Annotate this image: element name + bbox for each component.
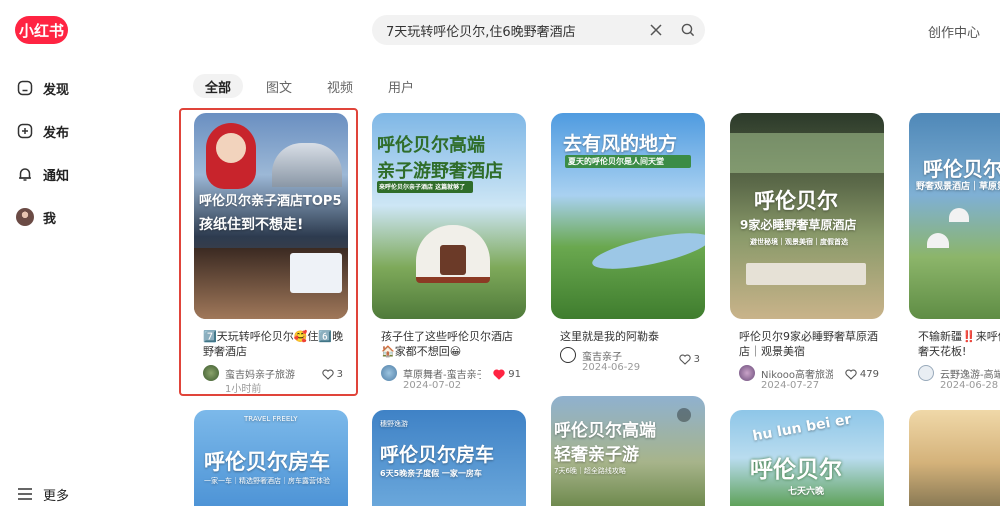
creator-center-link[interactable]: 创作中心 (928, 22, 980, 41)
cover-overlay-text: 呼伦贝尔高端 (554, 421, 656, 441)
logo[interactable]: 小红书 (15, 16, 68, 44)
cover-overlay-text: 一家一车｜精选野奢酒店｜房车露营体验 (204, 477, 330, 485)
like-count: 479 (859, 369, 879, 380)
heart-icon (493, 369, 505, 380)
note-date: 2024-06-29 (582, 362, 641, 373)
like-button[interactable]: 479 (845, 369, 879, 380)
cover-overlay-text: 避世秘境｜观景美宿｜度假首选 (750, 238, 848, 246)
note-title: 不输新疆‼️来呼伦贝尔草原野奢天花板! (918, 330, 1000, 358)
author-name: 蛮吉亲子 (582, 351, 622, 363)
note-date: 2024-07-27 (761, 380, 820, 391)
heart-icon (321, 369, 334, 380)
cover-overlay-text: 6天5晚亲子度假 一家一房车 (380, 469, 482, 478)
sidebar-item-me[interactable]: 我 (16, 205, 56, 229)
cover-overlay-text: 穗野逸游 (380, 420, 408, 428)
sidebar-more-label: 更多 (43, 488, 70, 504)
note-title: 呼伦贝尔9家必睡野奢草原酒店｜观景美宿 (739, 330, 878, 358)
author-name: 草原舞者-蛮吉亲子旅游 (403, 369, 481, 381)
tab-image-text[interactable]: 图文 (254, 74, 304, 98)
cover-overlay-text: 9家必睡野奢草原酒店 (740, 218, 857, 232)
note-cover (909, 113, 1000, 319)
cover-overlay-text: 孩纸住到不想走! (199, 217, 304, 233)
sidebar-item-label: 我 (43, 211, 57, 227)
sidebar-item-notifications[interactable]: 通知 (16, 162, 69, 186)
bell-icon (16, 165, 34, 183)
cover-overlay-text: 呼伦贝尔高端 (377, 135, 485, 156)
like-count: 3 (336, 369, 343, 380)
cover-overlay-text: 七天六晚 (788, 487, 825, 497)
avatar (381, 365, 397, 381)
note-title: 7️⃣天玩转呼伦贝尔🥰住6️⃣晚野奢酒店 (203, 330, 344, 358)
note-author[interactable]: 草原舞者-蛮吉亲子旅游 (381, 365, 481, 381)
cover-overlay-text: 呼伦贝尔 (923, 157, 1000, 181)
heart-icon (678, 354, 691, 365)
cover-overlay-text: 野奢观景酒店｜草原第一 (916, 182, 1000, 192)
author-name: 云野逸游-高端定制 (940, 369, 1000, 381)
clear-icon[interactable] (641, 15, 671, 45)
sidebar-item-label: 发布 (43, 125, 70, 141)
cover-overlay-text: 呼伦贝尔亲子酒店TOP5 (199, 194, 342, 209)
note-cover[interactable]: 穗野逸游 呼伦贝尔房车 6天5晚亲子度假 一家一房车 (372, 410, 526, 506)
sidebar-item-discover[interactable]: 发现 (16, 76, 69, 100)
note-author[interactable]: Nikooo高奢旅游私人定制 (739, 365, 839, 381)
like-button[interactable]: 91 (493, 369, 521, 380)
tab-all[interactable]: 全部 (193, 74, 244, 98)
note-cover[interactable]: hu lun bei er 呼伦贝尔 七天六晚 (730, 410, 884, 506)
tab-users[interactable]: 用户 (376, 74, 426, 98)
note-card[interactable]: 呼伦贝尔亲子酒店TOP5 孩纸住到不想走! 7️⃣天玩转呼伦贝尔🥰住6️⃣晚野奢… (194, 113, 348, 395)
note-author[interactable]: 云野逸游-高端定制 (918, 365, 1000, 381)
search-tabs: 全部 图文 视频 用户 (193, 74, 437, 98)
sidebar-item-publish[interactable]: 发布 (16, 119, 69, 143)
cover-overlay-text: 呼伦贝尔房车 (380, 444, 495, 466)
note-cover[interactable]: 呼伦贝尔高端 轻奢亲子游 7天6晚｜超全路线攻略 (551, 396, 705, 506)
note-author[interactable]: 蛮吉妈亲子旅游 (203, 365, 303, 381)
cover-overlay-text: 亲子游野奢酒店 (377, 161, 503, 182)
note-date: 2024-06-28 (940, 380, 999, 391)
note-card[interactable]: 呼伦贝尔 9家必睡野奢草原酒店 避世秘境｜观景美宿｜度假首选 呼伦贝尔9家必睡野… (730, 113, 884, 393)
note-card[interactable]: 去有风的地方 夏天的呼伦贝尔是人间天堂 这里就是我的阿勒泰 蛮吉亲子 2024-… (551, 113, 705, 393)
like-button[interactable]: 3 (678, 354, 700, 365)
heart-icon (845, 369, 857, 380)
avatar (560, 347, 576, 363)
search-input[interactable]: 7天玩转呼伦贝尔,住6晚野奢酒店 (386, 21, 641, 40)
note-date: 1小时前 (225, 384, 262, 395)
note-card[interactable]: 呼伦贝尔 野奢观景酒店｜草原第一 不输新疆‼️来呼伦贝尔草原野奢天花板! 云野逸… (909, 113, 1000, 393)
search-icon[interactable] (671, 15, 705, 45)
cover-overlay-text: 去有风的地方 (563, 133, 678, 155)
add-square-icon (16, 122, 34, 140)
author-name: Nikooo高奢旅游私人定制 (761, 369, 833, 381)
like-button[interactable]: 3 (321, 369, 343, 380)
sidebar-item-label: 通知 (43, 168, 70, 184)
note-cover[interactable]: TRAVEL FREELY 呼伦贝尔房车 一家一车｜精选野奢酒店｜房车露营体验 (194, 410, 348, 506)
tab-video[interactable]: 视频 (315, 74, 365, 98)
cover-overlay-text: 7天6晚｜超全路线攻略 (554, 467, 626, 475)
sidebar-more[interactable]: 更多 (16, 482, 69, 506)
note-title: 这里就是我的阿勒泰 (560, 330, 659, 343)
cover-overlay-text: TRAVEL FREELY (244, 415, 298, 423)
menu-icon (16, 485, 34, 503)
avatar (739, 365, 755, 381)
cover-overlay-text: 呼伦贝尔 (750, 457, 842, 483)
play-icon (677, 408, 691, 422)
cover-overlay-text: 轻奢亲子游 (554, 445, 639, 465)
cover-overlay-text: 呼伦贝尔房车 (204, 450, 330, 474)
like-count: 91 (508, 369, 521, 380)
note-card[interactable]: 呼伦贝尔高端 亲子游野奢酒店 来呼伦贝尔亲子酒店 这篇就够了 孩子住了这些呼伦贝… (372, 113, 526, 393)
note-date: 2024-07-02 (403, 380, 462, 391)
avatar (16, 208, 34, 226)
author-name: 蛮吉妈亲子旅游 (225, 369, 295, 381)
avatar (203, 365, 219, 381)
search-bar[interactable]: 7天玩转呼伦贝尔,住6晚野奢酒店 (372, 15, 705, 45)
sidebar-item-label: 发现 (43, 82, 70, 98)
home-icon (16, 79, 34, 97)
cover-overlay-text: 来呼伦贝尔亲子酒店 这篇就够了 (379, 184, 466, 191)
note-cover[interactable] (909, 410, 1000, 506)
cover-overlay-text: hu lun bei er (751, 411, 853, 445)
note-title: 孩子住了这些呼伦贝尔酒店🏠家都不想回😀 (381, 330, 513, 358)
like-count: 3 (693, 354, 700, 365)
cover-overlay-text: 夏天的呼伦贝尔是人间天堂 (568, 157, 664, 166)
note-author[interactable]: 蛮吉亲子 (560, 347, 660, 363)
avatar (918, 365, 934, 381)
cover-overlay-text: 呼伦贝尔 (754, 189, 838, 213)
